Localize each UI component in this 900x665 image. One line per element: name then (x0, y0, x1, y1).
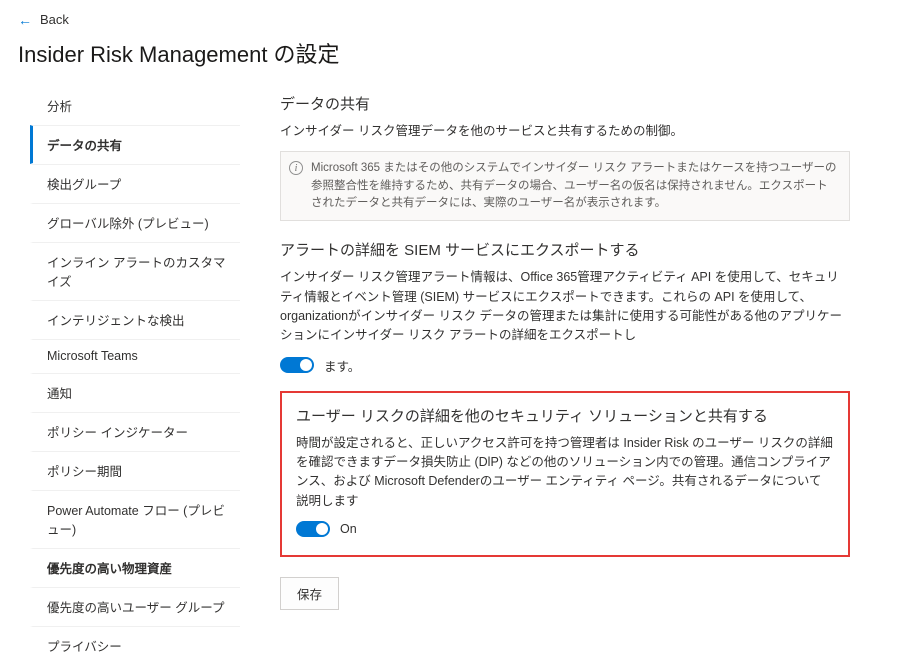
toggle-row-share-risk: On (296, 521, 834, 537)
sidebar-item-teams[interactable]: Microsoft Teams (30, 339, 240, 373)
toggle-row-export: ます。 (280, 356, 850, 375)
section-title-data-sharing: データの共有 (280, 93, 850, 114)
section-desc-export-siem: インサイダー リスク管理アラート情報は、Office 365管理アクティビティ … (280, 268, 850, 346)
toggle-export-siem[interactable] (280, 357, 314, 373)
sidebar-item-data-sharing[interactable]: データの共有 (30, 125, 240, 164)
info-text: Microsoft 365 またはその他のシステムでインサイダー リスク アラー… (311, 162, 837, 209)
toggle-label-export: ます。 (324, 356, 360, 375)
info-callout: i Microsoft 365 またはその他のシステムでインサイダー リスク ア… (280, 151, 850, 221)
sidebar-item-intelligent-detection[interactable]: インテリジェントな検出 (30, 300, 240, 339)
sidebar-item-priority-user-groups[interactable]: 優先度の高いユーザー グループ (30, 587, 240, 626)
back-arrow-icon: ← (18, 13, 32, 27)
page-title: Insider Risk Management の設定 (0, 35, 900, 87)
sidebar-item-privacy[interactable]: プライバシー (30, 626, 240, 665)
sidebar-item-global-exclusion[interactable]: グローバル除外 (プレビュー) (30, 203, 240, 242)
save-button[interactable]: 保存 (280, 577, 339, 610)
main-panel: データの共有 インサイダー リスク管理データを他のサービスと共有するための制御。… (280, 87, 880, 665)
section-desc-share-risk: 時間が設定されると、正しいアクセス許可を持つ管理者は Insider Risk … (296, 434, 834, 512)
sidebar-item-policy-indicators[interactable]: ポリシー インジケーター (30, 412, 240, 451)
sidebar-item-physical-assets[interactable]: 優先度の高い物理資産 (30, 548, 240, 587)
sidebar-item-inline-alert-customize[interactable]: インライン アラートのカスタマイズ (30, 242, 240, 300)
sidebar-item-policy-period[interactable]: ポリシー期間 (30, 451, 240, 490)
section-title-share-risk: ユーザー リスクの詳細を他のセキュリティ ソリューションと共有する (296, 405, 834, 426)
content-area: 分析 データの共有 検出グループ グローバル除外 (プレビュー) インライン ア… (0, 87, 900, 665)
toggle-label-share-risk: On (340, 522, 357, 536)
toggle-knob-icon (316, 523, 328, 535)
back-nav[interactable]: ← Back (0, 0, 900, 35)
sidebar-item-detection-groups[interactable]: 検出グループ (30, 164, 240, 203)
back-label: Back (40, 12, 69, 27)
toggle-share-risk[interactable] (296, 521, 330, 537)
sidebar-item-power-automate[interactable]: Power Automate フロー (プレビュー) (30, 490, 240, 548)
highlighted-section: ユーザー リスクの詳細を他のセキュリティ ソリューションと共有する 時間が設定さ… (280, 391, 850, 558)
section-title-export-siem: アラートの詳細を SIEM サービスにエクスポートする (280, 239, 850, 260)
info-icon: i (289, 161, 303, 175)
toggle-knob-icon (300, 359, 312, 371)
section-desc-data-sharing: インサイダー リスク管理データを他のサービスと共有するための制御。 (280, 122, 850, 141)
sidebar: 分析 データの共有 検出グループ グローバル除外 (プレビュー) インライン ア… (30, 87, 240, 665)
sidebar-item-notifications[interactable]: 通知 (30, 373, 240, 412)
sidebar-item-analysis[interactable]: 分析 (30, 87, 240, 125)
